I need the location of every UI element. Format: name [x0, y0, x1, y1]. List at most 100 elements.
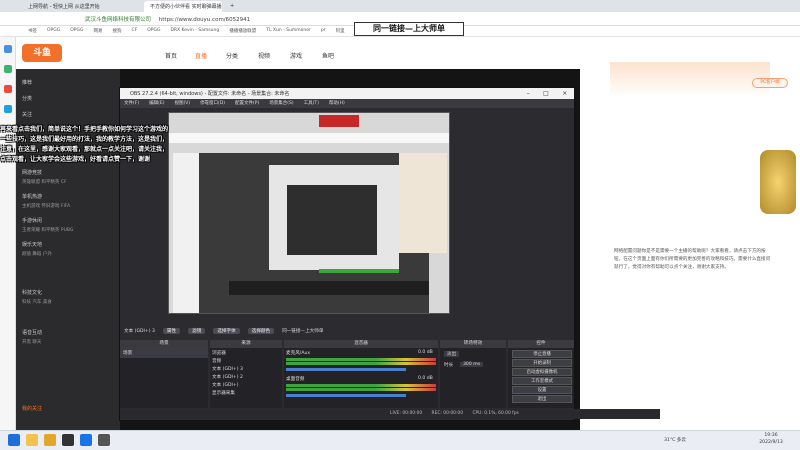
mixer-dock — [284, 348, 438, 408]
nav-live[interactable]: 直播 — [195, 51, 207, 60]
sidebar-item[interactable]: 分类 — [22, 95, 32, 102]
sidebar-item[interactable]: 推荐 — [22, 79, 32, 86]
bookmark[interactable]: TL Xun - Summoner — [266, 28, 311, 34]
bookmark[interactable]: 搜狗 — [112, 28, 121, 34]
bookmark[interactable]: OPGG — [47, 28, 60, 34]
sidebar-app-icon[interactable] — [4, 105, 12, 113]
properties-button[interactable]: 属性 — [162, 328, 181, 334]
browser-tab[interactable]: 上网导航 - 轻快上网 从这里开始 — [22, 1, 142, 12]
sidebar-item[interactable]: 手游休闲 — [22, 217, 42, 224]
sidebar-app-icon[interactable] — [4, 45, 12, 53]
transition-select[interactable]: 淡出 — [444, 351, 460, 357]
source-item[interactable]: 显示器采集 — [212, 390, 235, 396]
menu-docks[interactable]: 停靠窗口(D) — [200, 100, 225, 107]
browser-taskbar-icon[interactable] — [80, 434, 92, 446]
menu-tools[interactable]: 工具(T) — [304, 100, 319, 107]
bookmark[interactable]: CF — [131, 28, 137, 34]
sidebar-app-icon[interactable] — [4, 85, 12, 93]
bookmark[interactable]: 网易 — [93, 28, 102, 34]
pc-client-button[interactable]: PC客户端 — [752, 78, 788, 88]
mixer-channel-name: 麦克风/Aux — [286, 351, 311, 356]
weather-widget[interactable]: 31°C 多云 — [664, 437, 686, 443]
nav-category[interactable]: 分类 — [226, 51, 238, 60]
sidebar-item[interactable]: 网游竞技 — [22, 169, 42, 176]
volume-slider[interactable] — [286, 394, 406, 397]
sidebar-sub[interactable]: 英雄联盟 和平精英 CF — [22, 179, 67, 185]
clock-date: 2022/9/13 — [759, 440, 783, 445]
mixer-channel-db: 0.0 dB — [418, 376, 433, 381]
studio-mode-button[interactable]: 工作室模式 — [512, 377, 572, 385]
nav-yuba[interactable]: 鱼吧 — [322, 51, 334, 60]
cpu-status: CPU: 0.1%, 60.00 fps — [472, 411, 519, 416]
menu-profile[interactable]: 配置文件(P) — [235, 100, 259, 107]
browser-side-rail — [0, 37, 16, 430]
close-icon[interactable]: × — [562, 88, 567, 99]
text-source-value[interactable]: 同一链接—上大师单 — [282, 328, 323, 334]
source-item[interactable]: 音频 — [212, 358, 221, 364]
minimize-icon[interactable]: – — [527, 88, 530, 99]
virtual-camera-button[interactable]: 启动虚拟摄像机 — [512, 368, 572, 376]
bookmark[interactable]: 阿里 — [336, 28, 345, 34]
menu-view[interactable]: 视图(V) — [174, 100, 190, 107]
file-explorer-icon[interactable] — [26, 434, 38, 446]
nav-home[interactable]: 首页 — [165, 51, 177, 60]
bookmark[interactable]: 播播播放联盟 — [229, 28, 256, 34]
source-item[interactable]: 文本 (GDI+) 3 — [212, 366, 243, 372]
scene-item[interactable]: 场景 — [120, 348, 208, 358]
nav-video[interactable]: 视频 — [258, 51, 270, 60]
room-announcement: 网络配置问题你是不是需要一个主播的帮助呢？大家看看，请点击下方的按钮，在这个页面… — [614, 249, 771, 270]
start-icon[interactable] — [8, 434, 20, 446]
obs-taskbar-icon[interactable] — [62, 434, 74, 446]
nav-game[interactable]: 游戏 — [290, 51, 302, 60]
app-icon[interactable] — [98, 434, 110, 446]
sidebar-sub[interactable]: 主机游戏 怀旧游戏 FIFA — [22, 203, 70, 209]
menu-edit[interactable]: 编辑(E) — [149, 100, 164, 107]
stop-streaming-button[interactable]: 停止直播 — [512, 350, 572, 358]
sidebar-sub[interactable]: 科技 汽车 美食 — [22, 299, 52, 305]
bookmark[interactable]: 书签 — [28, 28, 37, 34]
source-item[interactable]: 文本 (GDI+) — [212, 382, 239, 388]
current-source: 文本 (GDI+) 3 — [124, 329, 155, 334]
duration-input[interactable]: 300 ms — [460, 362, 484, 367]
scenes-dock-title: 场景 — [120, 340, 208, 348]
preview-mixer — [229, 281, 429, 295]
audio-meter — [286, 384, 436, 387]
bookmark[interactable]: DRX Kevin - Samsung — [170, 28, 219, 34]
sidebar-app-icon[interactable] — [4, 65, 12, 73]
sidebar-item[interactable]: 我的关注 — [22, 405, 42, 412]
filters-button[interactable]: 滤镜 — [188, 328, 206, 334]
bookmark[interactable]: OPGG — [147, 28, 160, 34]
exit-button[interactable]: 退出 — [512, 395, 572, 403]
browser-tab-active[interactable]: 不方便的小伙伴看 实时聊弹幕播 — [144, 1, 222, 12]
new-tab-icon[interactable]: + — [224, 1, 236, 12]
volume-slider[interactable] — [286, 368, 406, 371]
menu-help[interactable]: 帮助(H) — [329, 100, 345, 107]
sidebar-sub[interactable]: 颜值 舞蹈 户外 — [22, 251, 52, 257]
app-icon[interactable] — [44, 434, 56, 446]
overlay-caption: 再来看点击我们，简单说这个！手把手教你如何学习这个游戏的一些技巧，这是我们最好用… — [0, 126, 169, 163]
bookmark[interactable]: OPGG — [70, 28, 83, 34]
sidebar-sub[interactable]: 王者荣耀 和平精英 PUBG — [22, 227, 73, 233]
sidebar-item[interactable]: 科技文化 — [22, 289, 42, 296]
select-font-button[interactable]: 选择字体 — [213, 328, 240, 334]
source-item[interactable]: 文本 (GDI+) 2 — [212, 374, 243, 380]
sidebar-sub[interactable]: 开黑 聊天 — [22, 339, 41, 345]
sidebar-item[interactable]: 语音互动 — [22, 329, 42, 336]
system-clock[interactable]: 19:36 2022/9/13 — [748, 432, 794, 446]
start-recording-button[interactable]: 开始录制 — [512, 359, 572, 367]
mixer-dock-title: 混音器 — [284, 340, 438, 348]
address-bar[interactable]: 武汉斗鱼网络科技有限公司 https://www.douyu.com/60529… — [85, 15, 545, 24]
source-item[interactable]: 浏览器 — [212, 350, 226, 356]
select-color-button[interactable]: 选择颜色 — [247, 328, 275, 334]
bookmark[interactable]: pr — [321, 28, 326, 34]
sidebar-item[interactable]: 关注 — [22, 111, 32, 118]
settings-button[interactable]: 设置 — [512, 386, 572, 394]
menu-scene-collection[interactable]: 场景集合(S) — [269, 100, 293, 107]
maximize-icon[interactable]: □ — [543, 88, 549, 99]
obs-preview[interactable] — [168, 112, 450, 314]
sidebar-item[interactable]: 娱乐天地 — [22, 241, 42, 248]
sidebar-item[interactable]: 单机热游 — [22, 193, 42, 200]
site-logo[interactable]: 斗鱼 — [22, 44, 62, 62]
mixer-channel-db: 0.0 dB — [418, 350, 433, 355]
menu-file[interactable]: 文件(F) — [124, 100, 139, 107]
